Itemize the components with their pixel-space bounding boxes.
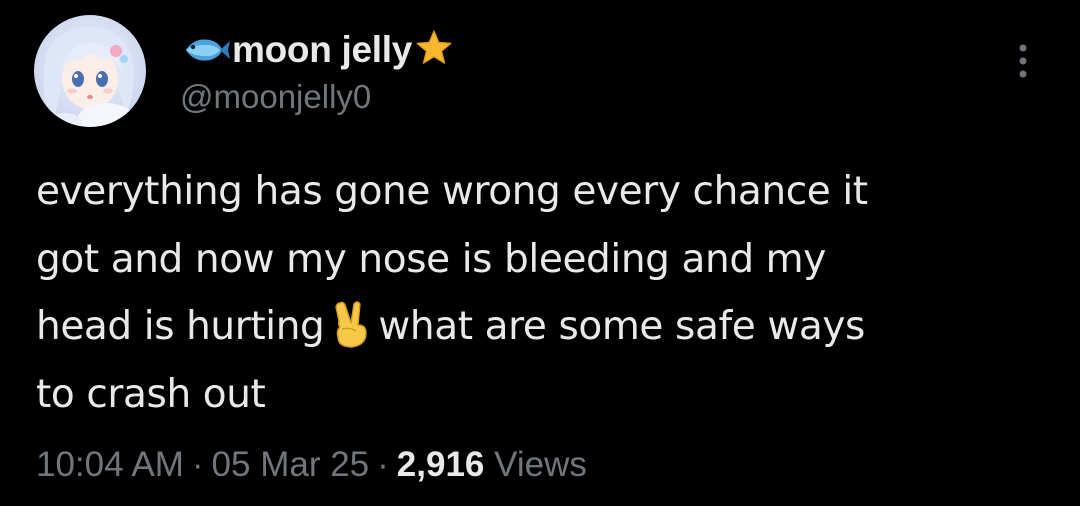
- tweet-date[interactable]: 05 Mar 25: [212, 445, 370, 484]
- fish-icon: [186, 39, 230, 61]
- avatar[interactable]: [34, 15, 146, 127]
- tweet-text-line: to crash out: [36, 371, 266, 417]
- views-count: 2,916: [396, 445, 485, 484]
- tweet-text: everything has gone wrong every chance i…: [36, 158, 1056, 428]
- avatar-image: [34, 15, 146, 127]
- more-options-button[interactable]: [1008, 42, 1038, 82]
- tweet-time[interactable]: 10:04 AM: [36, 445, 184, 484]
- meta-separator: ·: [377, 445, 389, 484]
- tweet: moon jelly @moonjelly0 everything has go…: [0, 0, 1080, 506]
- author-handle[interactable]: @moonjelly0: [180, 78, 371, 116]
- meta-separator: ·: [191, 445, 204, 484]
- victory-hand-icon: [335, 301, 368, 348]
- tweet-text-line: got and now my nose is bleeding and my: [36, 236, 826, 282]
- tweet-text-segment: head is hurting: [36, 304, 325, 349]
- star-icon: [416, 30, 452, 64]
- tweet-text-line: head is hurting what are some safe ways: [36, 293, 1056, 361]
- views-label: Views: [494, 445, 587, 484]
- tweet-meta: 10:04 AM · 05 Mar 25 · 2,916 Views: [36, 445, 587, 485]
- more-vertical-icon: [1019, 44, 1027, 78]
- author-name-row[interactable]: moon jelly: [180, 28, 453, 72]
- tweet-text-segment: what are some safe ways: [378, 304, 865, 349]
- display-name: moon jelly: [232, 29, 412, 70]
- tweet-text-line: everything has gone wrong every chance i…: [36, 169, 868, 214]
